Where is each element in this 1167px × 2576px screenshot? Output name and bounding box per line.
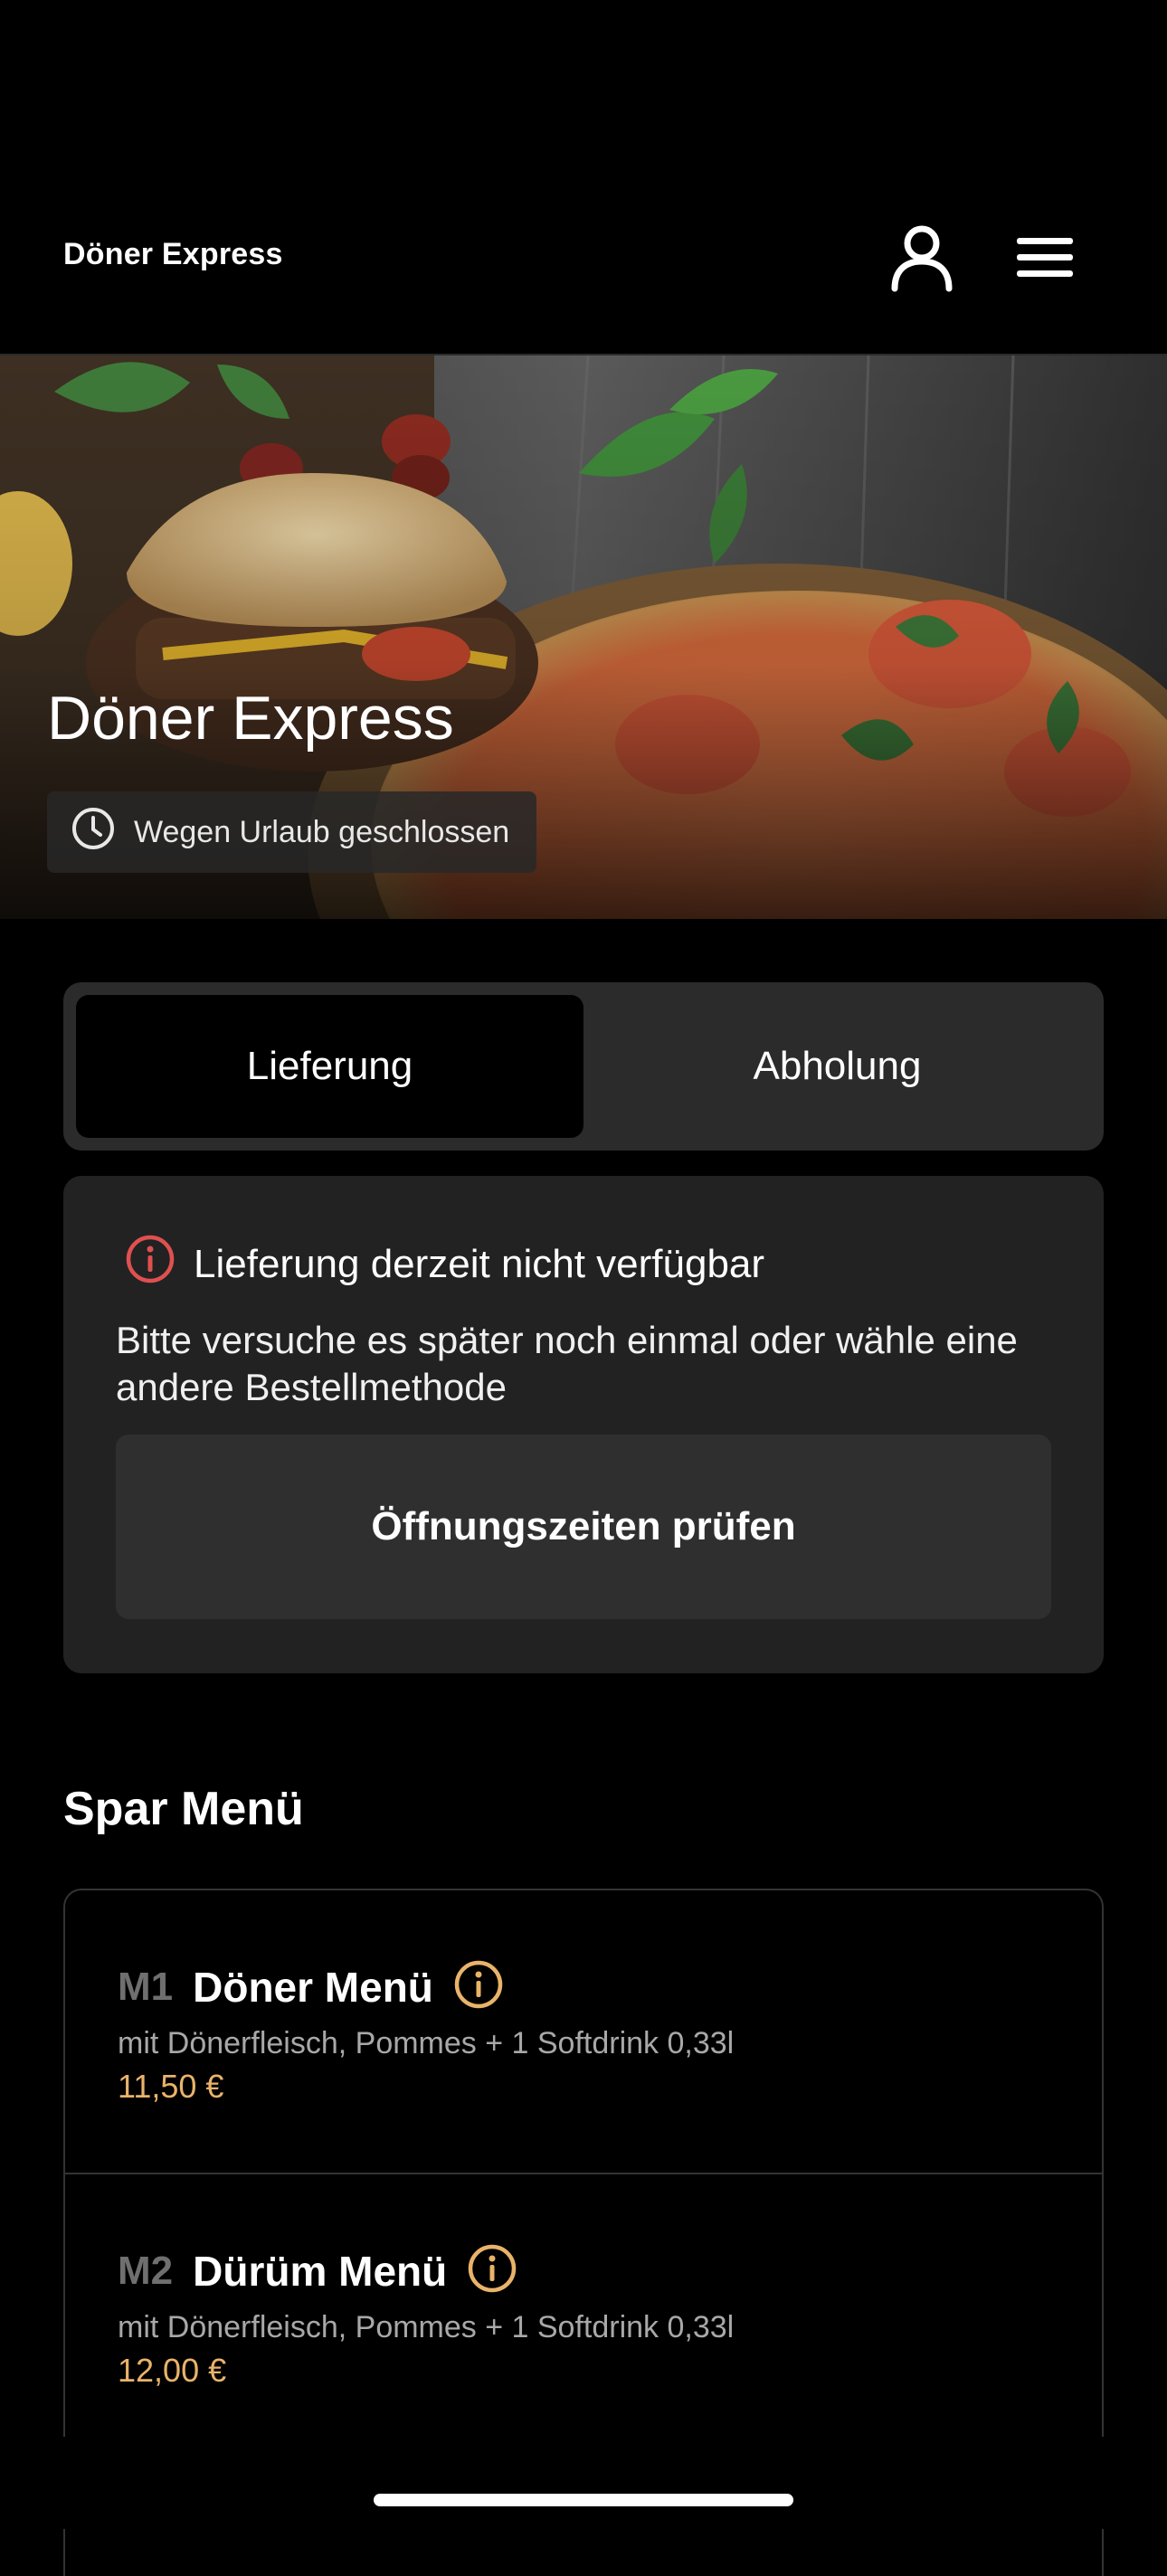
info-icon[interactable] [453,1959,504,2014]
section-title: Spar Menü [63,1783,304,1835]
item-price: 12,00 € [118,2352,227,2389]
item-name: Dürüm Menü [193,2247,448,2295]
home-indicator[interactable] [374,2494,793,2506]
status-badge: Wegen Urlaub geschlossen [47,791,537,873]
restaurant-title: Döner Express [47,684,454,753]
alert-icon [125,1234,176,1294]
notice-header: Lieferung derzeit nicht verfügbar [125,1234,764,1294]
pickup-option[interactable]: Abholung [584,995,1091,1138]
notice-message: Bitte versuche es später noch einmal ode… [116,1319,1018,1408]
bottom-safe-area [0,2437,1167,2529]
item-description: mit Dönerfleisch, Pommes + 1 Softdrink 0… [118,2026,735,2060]
list-item[interactable]: M1 Döner Menü mit Dönerfleisch, Pommes +… [65,1890,1102,2173]
user-icon[interactable] [881,217,963,298]
check-opening-hours-button[interactable]: Öffnungszeiten prüfen [116,1435,1051,1619]
item-price: 11,50 € [118,2068,224,2105]
delivery-unavailable-notice: Lieferung derzeit nicht verfügbar Bitte … [63,1176,1104,1673]
list-item[interactable]: M2 Dürüm Menü mit Dönerfleisch, Pommes +… [65,2173,1102,2457]
item-header: M1 Döner Menü [118,1959,504,2014]
item-name: Döner Menü [193,1963,433,2011]
item-code: M2 [118,2248,174,2293]
brand-name[interactable]: Döner Express [63,237,283,272]
item-description: mit Dönerfleisch, Pommes + 1 Softdrink 0… [118,2310,735,2344]
notice-title: Lieferung derzeit nicht verfügbar [194,1241,765,1286]
top-bar: Döner Express [0,0,1167,355]
info-icon[interactable] [467,2243,517,2298]
status-text: Wegen Urlaub geschlossen [134,814,510,849]
delivery-option[interactable]: Lieferung [76,995,584,1138]
item-code: M1 [118,1964,174,2009]
item-header: M2 Dürüm Menü [118,2243,517,2298]
clock-icon [71,806,116,859]
hamburger-menu-icon[interactable] [1004,217,1086,298]
order-mode-toggle: Lieferung Abholung [63,982,1104,1151]
